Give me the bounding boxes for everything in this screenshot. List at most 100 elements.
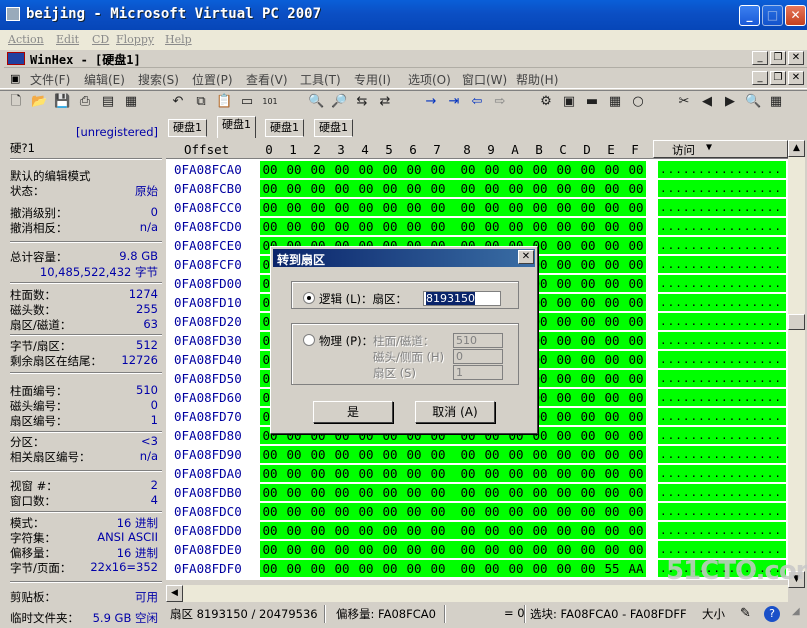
hex-byte[interactable]: 00 xyxy=(307,162,329,177)
hex-byte[interactable]: 00 xyxy=(331,485,353,500)
ascii-cell[interactable]: ................ xyxy=(658,237,786,254)
hex-byte[interactable]: 00 xyxy=(403,219,425,234)
save-icon[interactable]: 💾 xyxy=(54,94,70,110)
hex-byte[interactable]: 00 xyxy=(259,542,281,557)
next-icon[interactable]: ▶ xyxy=(722,94,738,110)
scroll-thumb[interactable] xyxy=(788,314,805,330)
hex-row[interactable]: 0FA08FDB0 00 00 00 00 00 00 00 00 00 00 00 00 00 00 00 0… xyxy=(166,483,788,502)
hex-byte[interactable]: 00 xyxy=(601,257,623,272)
hex-byte[interactable]: 00 xyxy=(553,238,575,253)
hex-byte[interactable]: AA xyxy=(625,561,647,576)
hex-byte[interactable]: 00 xyxy=(601,200,623,215)
hex-byte[interactable]: 00 xyxy=(283,200,305,215)
winhex-restore-button[interactable]: ❐ xyxy=(770,51,786,65)
hex-byte[interactable]: 00 xyxy=(457,162,479,177)
hex-byte[interactable]: 00 xyxy=(355,485,377,500)
hex-byte[interactable]: 00 xyxy=(427,485,449,500)
doc-close-button[interactable]: ✕ xyxy=(788,71,804,85)
hex-byte[interactable]: 00 xyxy=(553,314,575,329)
ascii-cell[interactable]: ................ xyxy=(658,275,786,292)
hex-byte[interactable]: 00 xyxy=(601,333,623,348)
hex-byte[interactable]: 00 xyxy=(403,542,425,557)
winhex-close-button[interactable]: ✕ xyxy=(788,51,804,65)
scroll-left-button[interactable]: ◀ xyxy=(166,585,183,602)
hex-byte[interactable]: 00 xyxy=(553,276,575,291)
ascii-cell[interactable]: ................ xyxy=(658,256,786,273)
hex-byte[interactable]: 00 xyxy=(577,162,599,177)
hex-byte[interactable]: 00 xyxy=(403,447,425,462)
hex-byte[interactable]: 00 xyxy=(379,542,401,557)
hex-byte[interactable]: 00 xyxy=(553,390,575,405)
hex-byte[interactable]: 00 xyxy=(577,200,599,215)
hex-byte[interactable]: 00 xyxy=(625,447,647,462)
hex-byte[interactable]: 00 xyxy=(427,466,449,481)
hex-byte[interactable]: 00 xyxy=(553,485,575,500)
tab-disk1-a[interactable]: 硬盘1 xyxy=(168,119,207,137)
hex-byte[interactable]: 00 xyxy=(529,561,551,576)
hex-row[interactable]: 0FA08FCC0 00 00 00 00 00 00 00 00 00 00 00 00 00 00 00 0… xyxy=(166,198,788,217)
hex-byte[interactable]: 00 xyxy=(259,523,281,538)
hex-byte[interactable]: 00 xyxy=(307,181,329,196)
hex-byte[interactable]: 00 xyxy=(577,333,599,348)
hex-byte[interactable]: 00 xyxy=(427,504,449,519)
hex-byte[interactable]: 00 xyxy=(481,523,503,538)
hex-byte[interactable]: 00 xyxy=(577,447,599,462)
hex-byte[interactable]: 00 xyxy=(481,485,503,500)
hex-byte[interactable]: 00 xyxy=(553,561,575,576)
hex-byte[interactable]: 00 xyxy=(379,219,401,234)
hex-byte[interactable]: 00 xyxy=(553,371,575,386)
hex-byte[interactable]: 00 xyxy=(403,200,425,215)
hex-byte[interactable]: 00 xyxy=(553,523,575,538)
hex-row[interactable]: 0FA08FCB0 00 00 00 00 00 00 00 00 00 00 00 00 00 00 00 0… xyxy=(166,179,788,198)
hex-byte[interactable]: 00 xyxy=(577,276,599,291)
hex-byte[interactable]: 00 xyxy=(283,466,305,481)
help-icon[interactable]: ? xyxy=(764,606,780,622)
hex-byte[interactable]: 00 xyxy=(505,219,527,234)
hex-byte[interactable]: 00 xyxy=(307,561,329,576)
hex-byte[interactable]: 00 xyxy=(505,504,527,519)
hex-byte[interactable]: 00 xyxy=(355,561,377,576)
cancel-button[interactable]: 取消 (A) xyxy=(415,401,495,423)
menu-window[interactable]: 窗口(W) xyxy=(462,71,507,88)
hex-byte[interactable]: 00 xyxy=(625,504,647,519)
hex-byte[interactable]: 00 xyxy=(379,181,401,196)
hex-byte[interactable]: 00 xyxy=(331,162,353,177)
hex-byte[interactable]: 00 xyxy=(259,447,281,462)
hex-byte[interactable]: 00 xyxy=(577,523,599,538)
hex-byte[interactable]: 00 xyxy=(331,447,353,462)
hex-byte[interactable]: 00 xyxy=(529,181,551,196)
hex-byte[interactable]: 00 xyxy=(505,561,527,576)
hex-byte[interactable]: 00 xyxy=(577,561,599,576)
goto-page-icon[interactable]: ⇥ xyxy=(446,94,462,110)
hex-byte[interactable]: 00 xyxy=(457,542,479,557)
ascii-cell[interactable]: ................ xyxy=(658,503,786,520)
logical-sector-input[interactable]: 8193150 xyxy=(423,291,501,306)
hex-byte[interactable]: 00 xyxy=(331,523,353,538)
hex-byte[interactable]: 00 xyxy=(403,466,425,481)
hex-byte[interactable]: 00 xyxy=(577,466,599,481)
hex-byte[interactable]: 00 xyxy=(505,181,527,196)
hex-byte[interactable]: 00 xyxy=(529,219,551,234)
hex-byte[interactable]: 00 xyxy=(379,504,401,519)
hex-byte[interactable]: 00 xyxy=(307,219,329,234)
hex-byte[interactable]: 00 xyxy=(259,162,281,177)
hex-byte[interactable]: 00 xyxy=(625,428,647,443)
hex-byte[interactable]: 00 xyxy=(307,504,329,519)
vertical-scrollbar[interactable]: ▲ ▼ xyxy=(788,140,805,588)
hex-byte[interactable]: 00 xyxy=(331,561,353,576)
hex-byte[interactable]: 00 xyxy=(577,371,599,386)
cut-icon[interactable]: ✂ xyxy=(676,94,692,110)
hex-byte[interactable]: 00 xyxy=(427,200,449,215)
ascii-cell[interactable]: ................ xyxy=(658,446,786,463)
tools-icon[interactable]: ⚙ xyxy=(538,94,554,110)
hex-byte[interactable]: 00 xyxy=(427,219,449,234)
hex-byte[interactable]: 00 xyxy=(355,162,377,177)
binary-icon[interactable]: 101 xyxy=(262,94,278,110)
hex-byte[interactable]: 00 xyxy=(481,200,503,215)
hex-row[interactable]: 0FA08FD90 00 00 00 00 00 00 00 00 00 00 00 00 00 00 00 0… xyxy=(166,445,788,464)
hex-byte[interactable]: 00 xyxy=(355,504,377,519)
hex-byte[interactable]: 00 xyxy=(601,523,623,538)
hex-byte[interactable]: 00 xyxy=(283,542,305,557)
hex-byte[interactable]: 00 xyxy=(625,238,647,253)
minimize-button[interactable]: _ xyxy=(739,5,760,26)
